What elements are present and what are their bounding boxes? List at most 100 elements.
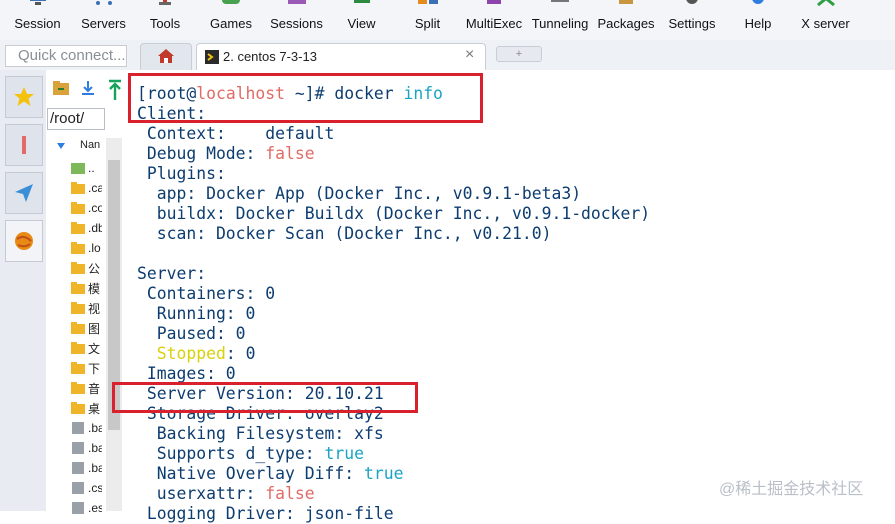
- file-name: 模: [88, 281, 101, 296]
- tab-centos[interactable]: 2. centos 7-3-13 ×: [196, 43, 486, 71]
- terminal-line: Native Overlay Diff: true: [137, 464, 404, 484]
- folder-icon: [71, 402, 85, 414]
- tools-side-button[interactable]: [5, 124, 43, 166]
- upload-icon[interactable]: [106, 78, 124, 104]
- file-list-item[interactable]: .ca: [70, 178, 104, 198]
- highlight-box-server-version: [112, 382, 418, 413]
- file-list-item[interactable]: 视: [70, 298, 104, 318]
- toolbar-settings-button[interactable]: Settings: [659, 0, 725, 40]
- favorites-button[interactable]: [5, 76, 43, 118]
- file-list-item[interactable]: 桌: [70, 398, 104, 418]
- toolbar-x-server-button[interactable]: X server: [791, 0, 860, 40]
- toolbar-view-button[interactable]: View: [329, 0, 394, 40]
- globe-side-button[interactable]: [5, 220, 43, 262]
- main-toolbar: Session Servers Tools Games Sessions Vie…: [0, 0, 895, 40]
- file-name: .db: [88, 221, 102, 235]
- toolbar-split-button[interactable]: Split: [394, 0, 461, 40]
- terminal-text: Supports d_type:: [137, 444, 325, 463]
- file-list-item[interactable]: .ba: [70, 438, 104, 458]
- terminal-line: Paused: 0: [137, 324, 246, 344]
- toolbar-tunneling-button[interactable]: Tunneling: [527, 0, 593, 40]
- file-name: .ca: [88, 181, 102, 195]
- toolbar-packages-button[interactable]: Packages: [593, 0, 659, 40]
- folder-icon: [71, 302, 85, 314]
- folder-icon: [71, 322, 85, 334]
- tools-icon: [159, 0, 171, 5]
- folder-icon: [71, 242, 85, 254]
- file-icon: [72, 442, 84, 454]
- file-list-item[interactable]: .cs: [70, 478, 104, 498]
- file-list-item[interactable]: .co: [70, 198, 104, 218]
- tab-title: 2. centos 7-3-13: [223, 49, 317, 64]
- toolbar-session-button[interactable]: Session: [0, 0, 75, 40]
- file-list-item[interactable]: .es: [70, 498, 104, 518]
- terminal-text: scan: Docker Scan (Docker Inc., v0.21.0): [137, 224, 552, 243]
- games-icon: [222, 0, 240, 4]
- file-name: .cs: [88, 481, 102, 495]
- file-name: .ba: [88, 441, 102, 455]
- file-list-item[interactable]: ..: [70, 158, 104, 178]
- file-name: 文: [88, 341, 101, 356]
- terminal-text: Running: 0: [137, 304, 256, 323]
- terminal-line: userxattr: false: [137, 484, 315, 504]
- terminal-text: Images: 0: [137, 364, 236, 383]
- toolbar-servers-button[interactable]: Servers: [75, 0, 132, 40]
- servers-icon: [95, 1, 112, 5]
- folder-icon: [71, 382, 85, 394]
- folder-sync-icon[interactable]: [52, 80, 70, 96]
- name-column-header[interactable]: Nan: [80, 139, 100, 151]
- terminal-text: Backing Filesystem: xfs: [137, 424, 384, 443]
- toolbar-sessions-button[interactable]: Sessions: [264, 0, 329, 40]
- file-list-item[interactable]: .ba: [70, 418, 104, 438]
- file-list-item[interactable]: 下: [70, 358, 104, 378]
- file-name: ..: [88, 161, 95, 175]
- terminal-line: Supports d_type: true: [137, 444, 364, 464]
- file-list-item[interactable]: .lo: [70, 238, 104, 258]
- file-name: .lo: [88, 241, 101, 255]
- folder-icon: [71, 362, 85, 374]
- new-tab-button[interactable]: +: [496, 46, 542, 62]
- toolbar-multiexec-button[interactable]: MultiExec: [461, 0, 527, 40]
- terminal-text: buildx: Docker Buildx (Docker Inc., v0.9…: [137, 204, 651, 223]
- terminal-text: false: [265, 484, 315, 503]
- terminal-line: Stopped: 0: [137, 344, 256, 364]
- file-list-item[interactable]: .db: [70, 218, 104, 238]
- path-input[interactable]: /root/: [47, 108, 105, 130]
- folder-icon: [71, 342, 85, 354]
- toolbar-tools-button[interactable]: Tools: [132, 0, 198, 40]
- terminal-line: Containers: 0: [137, 284, 275, 304]
- toolbar-games-button[interactable]: Games: [198, 0, 264, 40]
- view-icon: [353, 0, 370, 3]
- file-name: 桌: [88, 401, 101, 416]
- file-icon: [72, 502, 84, 514]
- highlight-box-command: [128, 73, 483, 123]
- terminal-text: : 0: [225, 344, 256, 363]
- terminal-text: Logging Driver: json-file: [137, 504, 394, 523]
- download-icon[interactable]: [80, 80, 96, 96]
- file-list-item[interactable]: 模: [70, 278, 104, 298]
- file-list-item[interactable]: 文: [70, 338, 104, 358]
- file-list-item[interactable]: 公: [70, 258, 104, 278]
- terminal-text: Server:: [137, 264, 207, 283]
- terminal-text: true: [363, 464, 404, 483]
- terminal-text: Containers: 0: [137, 284, 276, 303]
- sftp-side-button[interactable]: [5, 172, 43, 214]
- terminal-text: Stopped: [156, 344, 226, 363]
- terminal-line: Plugins:: [137, 164, 226, 184]
- file-list-item[interactable]: 图: [70, 318, 104, 338]
- quick-connect-input[interactable]: Quick connect...: [5, 45, 127, 67]
- file-list-item[interactable]: .ba: [70, 458, 104, 478]
- toolbar-help-button[interactable]: Help: [725, 0, 791, 40]
- terminal-text: Context: default: [137, 124, 335, 143]
- terminal-text: Paused: 0: [137, 324, 246, 343]
- folder-icon: [71, 222, 85, 234]
- terminal-line: buildx: Docker Buildx (Docker Inc., v0.9…: [137, 204, 650, 224]
- terminal-text: Native Overlay Diff:: [137, 464, 364, 483]
- file-icon: [72, 462, 84, 474]
- tab-close-button[interactable]: ×: [465, 46, 474, 64]
- folder-icon: [71, 202, 85, 214]
- file-icon: [72, 482, 84, 494]
- file-list-item[interactable]: 音: [70, 378, 104, 398]
- home-tab[interactable]: [140, 43, 192, 70]
